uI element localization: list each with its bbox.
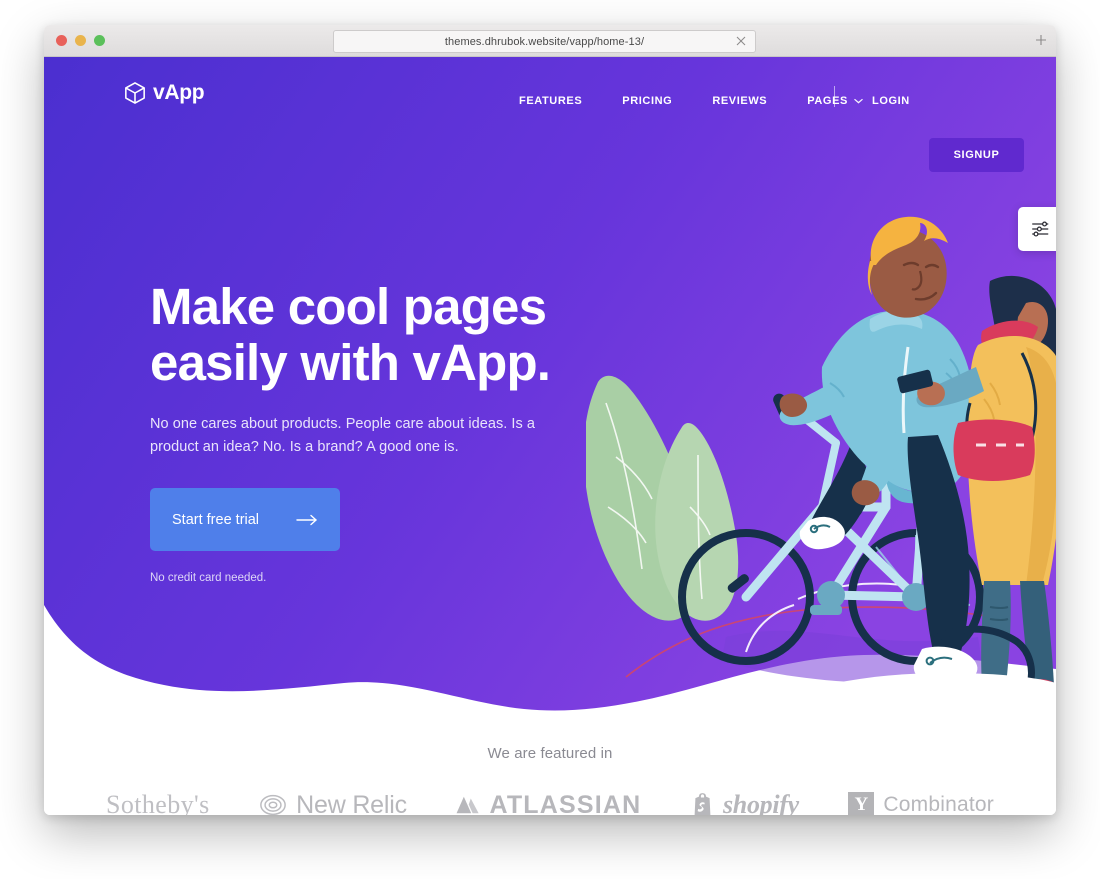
nav-divider [834,86,835,107]
nav-item-features-label: FEATURES [519,95,583,107]
nav-item-pricing-label: PRICING [622,95,673,107]
login-link[interactable]: LOGIN [862,89,920,113]
hero-illustration [586,207,1056,747]
logo-sothebys[interactable]: Sotheby's [106,790,210,815]
arrow-right-icon [296,514,318,526]
minimize-window-button[interactable] [75,35,86,46]
window-controls [56,35,105,46]
concentric-circles-icon [259,791,287,815]
brand-name: vApp [153,81,205,104]
atlassian-triangle-icon [456,793,480,815]
start-free-trial-button[interactable]: Start free trial [150,488,340,551]
close-window-button[interactable] [56,35,67,46]
maximize-window-button[interactable] [94,35,105,46]
plus-icon[interactable] [1034,33,1048,47]
logo-atlassian-label: ATLASSIAN [489,790,642,816]
browser-window: themes.dhrubok.website/vapp/home-13/ vAp… [44,25,1056,815]
cta-note: No credit card needed. [150,572,267,584]
nav-item-reviews-label: REVIEWS [712,95,768,107]
logo-new-relic-label: New Relic [296,790,407,816]
nav-item-reviews[interactable]: REVIEWS [692,89,787,113]
theme-settings-button[interactable] [1018,207,1056,251]
logo-shopify-label: shopify [722,790,799,815]
logo-sothebys-label: Sotheby's [106,790,210,815]
nav-item-pricing[interactable]: PRICING [602,89,692,113]
shopping-bag-icon [691,792,714,815]
brand-logo[interactable]: vApp [124,81,205,105]
browser-chrome: themes.dhrubok.website/vapp/home-13/ [44,25,1056,57]
logo-shopify[interactable]: shopify [691,790,799,815]
featured-logo-row: Sotheby's New Relic ATLASSIAN shopify Y … [44,790,1056,815]
logo-y-combinator-label: Combinator [883,793,994,815]
page-title: Make cool pages easily with vApp. [150,279,620,391]
logo-new-relic[interactable]: New Relic [259,790,407,816]
hero-title-line-1: Make cool pages [150,278,547,335]
webpage-viewport: vApp FEATURES PRICING REVIEWS PAGES LOGI… [44,57,1056,815]
sliders-icon [1030,219,1050,239]
address-bar-url: themes.dhrubok.website/vapp/home-13/ [444,35,645,48]
hero-subtitle: No one cares about products. People care… [150,416,535,455]
start-free-trial-label: Start free trial [172,511,260,528]
address-bar[interactable]: themes.dhrubok.website/vapp/home-13/ [333,30,756,53]
nav-links: FEATURES PRICING REVIEWS PAGES [499,89,883,113]
logo-atlassian[interactable]: ATLASSIAN [456,790,642,816]
hero-title-line-2: easily with vApp. [150,334,551,391]
cube-icon [124,81,146,105]
logo-y-combinator[interactable]: Y Combinator [848,792,994,815]
featured-title: We are featured in [487,745,613,762]
y-combinator-mark-icon: Y [848,792,875,815]
nav-item-features[interactable]: FEATURES [499,89,602,113]
signup-button[interactable]: SIGNUP [929,138,1024,172]
close-icon[interactable] [734,34,748,48]
featured-section: We are featured in Sotheby's New Relic A… [44,745,1056,815]
screenshot-root: themes.dhrubok.website/vapp/home-13/ vAp… [0,0,1100,879]
hero-content: Make cool pages easily with vApp. No one… [150,279,620,584]
nav-item-pages-label: PAGES [807,95,848,107]
site-navbar: vApp FEATURES PRICING REVIEWS PAGES LOGI… [44,57,1056,135]
